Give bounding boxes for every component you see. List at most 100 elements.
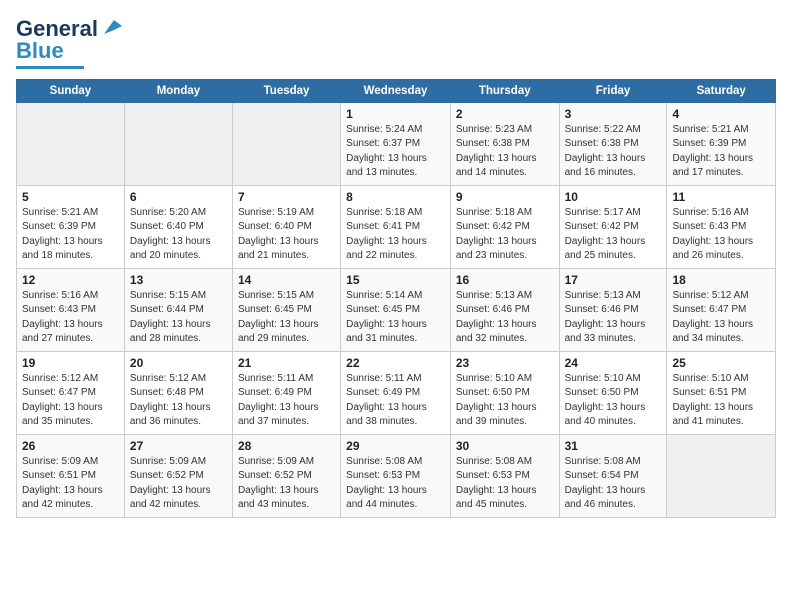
day-number: 13 bbox=[130, 273, 227, 287]
day-number: 2 bbox=[456, 107, 554, 121]
weekday-header-row: SundayMondayTuesdayWednesdayThursdayFrid… bbox=[17, 79, 776, 102]
day-number: 14 bbox=[238, 273, 335, 287]
calendar-cell: 31 Sunrise: 5:08 AM Sunset: 6:54 PM Dayli… bbox=[559, 434, 667, 517]
calendar-cell: 8 Sunrise: 5:18 AM Sunset: 6:41 PM Daylig… bbox=[341, 185, 451, 268]
day-info: Sunrise: 5:17 AM Sunset: 6:42 PM Dayligh… bbox=[565, 206, 662, 264]
calendar-cell: 17 Sunrise: 5:13 AM Sunset: 6:46 PM Dayli… bbox=[559, 268, 667, 351]
calendar-cell: 13 Sunrise: 5:15 AM Sunset: 6:44 PM Dayli… bbox=[124, 268, 232, 351]
day-number: 10 bbox=[565, 190, 662, 204]
calendar-cell: 24 Sunrise: 5:10 AM Sunset: 6:50 PM Dayli… bbox=[559, 351, 667, 434]
day-info: Sunrise: 5:19 AM Sunset: 6:40 PM Dayligh… bbox=[238, 206, 335, 264]
day-info: Sunrise: 5:13 AM Sunset: 6:46 PM Dayligh… bbox=[565, 289, 662, 347]
day-info: Sunrise: 5:22 AM Sunset: 6:38 PM Dayligh… bbox=[565, 123, 662, 181]
day-info: Sunrise: 5:16 AM Sunset: 6:43 PM Dayligh… bbox=[22, 289, 119, 347]
day-number: 4 bbox=[672, 107, 770, 121]
day-info: Sunrise: 5:10 AM Sunset: 6:51 PM Dayligh… bbox=[672, 372, 770, 430]
day-info: Sunrise: 5:23 AM Sunset: 6:38 PM Dayligh… bbox=[456, 123, 554, 181]
weekday-header-tuesday: Tuesday bbox=[232, 79, 340, 102]
day-number: 20 bbox=[130, 356, 227, 370]
day-number: 8 bbox=[346, 190, 445, 204]
week-row-5: 26Sunrise: 5:09 AM Sunset: 6:51 PM Dayli… bbox=[17, 434, 776, 517]
calendar-cell: 15 Sunrise: 5:14 AM Sunset: 6:45 PM Dayli… bbox=[341, 268, 451, 351]
week-row-3: 12 Sunrise: 5:16 AM Sunset: 6:43 PM Dayli… bbox=[17, 268, 776, 351]
calendar-cell: 28Sunrise: 5:09 AM Sunset: 6:52 PM Dayli… bbox=[232, 434, 340, 517]
calendar-cell bbox=[232, 102, 340, 185]
day-info: Sunrise: 5:21 AM Sunset: 6:39 PM Dayligh… bbox=[22, 206, 119, 264]
day-number: 5 bbox=[22, 190, 119, 204]
calendar-cell: 20 Sunrise: 5:12 AM Sunset: 6:48 PM Dayli… bbox=[124, 351, 232, 434]
calendar-cell: 10 Sunrise: 5:17 AM Sunset: 6:42 PM Dayli… bbox=[559, 185, 667, 268]
weekday-header-saturday: Saturday bbox=[667, 79, 776, 102]
day-info: Sunrise: 5:12 AM Sunset: 6:48 PM Dayligh… bbox=[130, 372, 227, 430]
day-number: 15 bbox=[346, 273, 445, 287]
logo-underline bbox=[16, 66, 84, 69]
calendar-cell: 4Sunrise: 5:21 AM Sunset: 6:39 PM Daylig… bbox=[667, 102, 776, 185]
weekday-header-monday: Monday bbox=[124, 79, 232, 102]
day-info: Sunrise: 5:20 AM Sunset: 6:40 PM Dayligh… bbox=[130, 206, 227, 264]
day-info: Sunrise: 5:16 AM Sunset: 6:43 PM Dayligh… bbox=[672, 206, 770, 264]
calendar-cell: 6 Sunrise: 5:20 AM Sunset: 6:40 PM Daylig… bbox=[124, 185, 232, 268]
day-number: 12 bbox=[22, 273, 119, 287]
day-info: Sunrise: 5:08 AM Sunset: 6:53 PM Dayligh… bbox=[456, 455, 554, 513]
calendar-cell: 23Sunrise: 5:10 AM Sunset: 6:50 PM Dayli… bbox=[450, 351, 559, 434]
day-info: Sunrise: 5:18 AM Sunset: 6:42 PM Dayligh… bbox=[456, 206, 554, 264]
day-info: Sunrise: 5:14 AM Sunset: 6:45 PM Dayligh… bbox=[346, 289, 445, 347]
weekday-header-sunday: Sunday bbox=[17, 79, 125, 102]
day-number: 11 bbox=[672, 190, 770, 204]
day-info: Sunrise: 5:08 AM Sunset: 6:54 PM Dayligh… bbox=[565, 455, 662, 513]
calendar-cell bbox=[124, 102, 232, 185]
calendar-cell: 3 Sunrise: 5:22 AM Sunset: 6:38 PM Daylig… bbox=[559, 102, 667, 185]
day-number: 30 bbox=[456, 439, 554, 453]
calendar-cell: 7Sunrise: 5:19 AM Sunset: 6:40 PM Daylig… bbox=[232, 185, 340, 268]
day-number: 26 bbox=[22, 439, 119, 453]
day-number: 21 bbox=[238, 356, 335, 370]
day-number: 29 bbox=[346, 439, 445, 453]
day-info: Sunrise: 5:12 AM Sunset: 6:47 PM Dayligh… bbox=[22, 372, 119, 430]
calendar-cell: 26Sunrise: 5:09 AM Sunset: 6:51 PM Dayli… bbox=[17, 434, 125, 517]
day-number: 24 bbox=[565, 356, 662, 370]
calendar-cell: 2 Sunrise: 5:23 AM Sunset: 6:38 PM Daylig… bbox=[450, 102, 559, 185]
day-info: Sunrise: 5:09 AM Sunset: 6:52 PM Dayligh… bbox=[130, 455, 227, 513]
day-number: 31 bbox=[565, 439, 662, 453]
weekday-header-wednesday: Wednesday bbox=[341, 79, 451, 102]
calendar-cell bbox=[667, 434, 776, 517]
page-header: General Blue bbox=[16, 16, 776, 69]
day-info: Sunrise: 5:15 AM Sunset: 6:45 PM Dayligh… bbox=[238, 289, 335, 347]
calendar-cell: 21Sunrise: 5:11 AM Sunset: 6:49 PM Dayli… bbox=[232, 351, 340, 434]
day-number: 19 bbox=[22, 356, 119, 370]
calendar-cell: 18Sunrise: 5:12 AM Sunset: 6:47 PM Dayli… bbox=[667, 268, 776, 351]
calendar-cell: 27Sunrise: 5:09 AM Sunset: 6:52 PM Dayli… bbox=[124, 434, 232, 517]
logo-blue: Blue bbox=[16, 38, 64, 63]
day-info: Sunrise: 5:18 AM Sunset: 6:41 PM Dayligh… bbox=[346, 206, 445, 264]
day-info: Sunrise: 5:15 AM Sunset: 6:44 PM Dayligh… bbox=[130, 289, 227, 347]
day-info: Sunrise: 5:24 AM Sunset: 6:37 PM Dayligh… bbox=[346, 123, 445, 181]
day-number: 23 bbox=[456, 356, 554, 370]
week-row-1: 1 Sunrise: 5:24 AM Sunset: 6:37 PM Daylig… bbox=[17, 102, 776, 185]
calendar-cell: 25 Sunrise: 5:10 AM Sunset: 6:51 PM Dayli… bbox=[667, 351, 776, 434]
week-row-4: 19 Sunrise: 5:12 AM Sunset: 6:47 PM Dayli… bbox=[17, 351, 776, 434]
day-info: Sunrise: 5:11 AM Sunset: 6:49 PM Dayligh… bbox=[346, 372, 445, 430]
calendar-table: SundayMondayTuesdayWednesdayThursdayFrid… bbox=[16, 79, 776, 518]
day-info: Sunrise: 5:13 AM Sunset: 6:46 PM Dayligh… bbox=[456, 289, 554, 347]
week-row-2: 5 Sunrise: 5:21 AM Sunset: 6:39 PM Daylig… bbox=[17, 185, 776, 268]
calendar-cell: 5 Sunrise: 5:21 AM Sunset: 6:39 PM Daylig… bbox=[17, 185, 125, 268]
day-info: Sunrise: 5:09 AM Sunset: 6:52 PM Dayligh… bbox=[238, 455, 335, 513]
day-info: Sunrise: 5:10 AM Sunset: 6:50 PM Dayligh… bbox=[565, 372, 662, 430]
day-number: 16 bbox=[456, 273, 554, 287]
weekday-header-thursday: Thursday bbox=[450, 79, 559, 102]
logo-bird-icon bbox=[100, 16, 122, 38]
calendar-cell: 11 Sunrise: 5:16 AM Sunset: 6:43 PM Dayli… bbox=[667, 185, 776, 268]
logo: General Blue bbox=[16, 16, 122, 69]
calendar-cell: 19 Sunrise: 5:12 AM Sunset: 6:47 PM Dayli… bbox=[17, 351, 125, 434]
day-info: Sunrise: 5:12 AM Sunset: 6:47 PM Dayligh… bbox=[672, 289, 770, 347]
calendar-cell: 30 Sunrise: 5:08 AM Sunset: 6:53 PM Dayli… bbox=[450, 434, 559, 517]
day-number: 17 bbox=[565, 273, 662, 287]
day-number: 1 bbox=[346, 107, 445, 121]
day-number: 6 bbox=[130, 190, 227, 204]
calendar-cell bbox=[17, 102, 125, 185]
calendar-cell: 16 Sunrise: 5:13 AM Sunset: 6:46 PM Dayli… bbox=[450, 268, 559, 351]
day-number: 25 bbox=[672, 356, 770, 370]
calendar-body: 1 Sunrise: 5:24 AM Sunset: 6:37 PM Daylig… bbox=[17, 102, 776, 517]
weekday-header-friday: Friday bbox=[559, 79, 667, 102]
day-number: 3 bbox=[565, 107, 662, 121]
